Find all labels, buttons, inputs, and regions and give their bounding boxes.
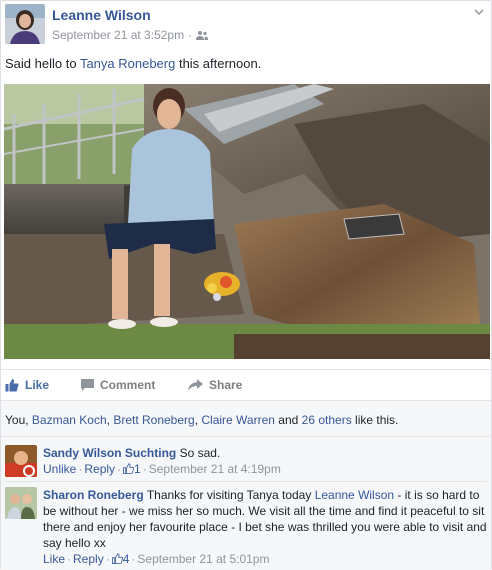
post-text-suffix: this afternoon. [175, 56, 262, 71]
commenter-name[interactable]: Sharon Roneberg [43, 488, 144, 502]
likes-suffix: like this. [351, 413, 399, 427]
comment-footer: Unlike · Reply · 1 · September 21 at 4:19pm [43, 461, 487, 477]
comment-like-link[interactable]: Like [43, 552, 65, 566]
likes-others-link[interactable]: 26 others [302, 413, 352, 427]
separator-dot: · [78, 462, 83, 476]
comment-unlike-link[interactable]: Unlike [43, 462, 76, 476]
share-button[interactable]: Share [188, 378, 242, 392]
author-name[interactable]: Leanne Wilson [52, 7, 151, 23]
likes-and: and [274, 413, 302, 427]
liker-link[interactable]: Claire Warren [201, 413, 275, 427]
likes-summary: You, Bazman Koch, Brett Roneberg, Claire… [1, 401, 491, 437]
comment-text: So sad. [179, 446, 221, 460]
liker-link[interactable]: Bazman Koch [32, 413, 107, 427]
comment-body: Sandy Wilson Suchting So sad. Unlike · Rep… [43, 445, 487, 477]
like-label: Like [25, 378, 50, 392]
separator-dot: · [117, 462, 122, 476]
separator-dot: · [105, 552, 110, 566]
post-photo[interactable] [4, 84, 490, 359]
comment-body: Sharon Roneberg Thanks for visiting Tany… [43, 487, 487, 567]
comment-reply-link[interactable]: Reply [73, 552, 104, 566]
share-label: Share [209, 378, 243, 392]
post-card: Leanne Wilson September 21 at 3:52pm · S… [0, 0, 492, 570]
commenter-name[interactable]: Sandy Wilson Suchting [43, 446, 176, 460]
comments-section: Sandy Wilson Suchting So sad. Unlike · Rep… [1, 437, 491, 570]
post-text: Said hello to Tanya Roneberg this aftern… [5, 56, 261, 71]
comment-time[interactable]: September 21 at 4:19pm [149, 462, 281, 476]
tagged-person-link[interactable]: Tanya Roneberg [80, 56, 175, 71]
separator-dot: · [188, 28, 193, 42]
separator-dot: · [131, 552, 136, 566]
commenter-avatar[interactable] [5, 487, 37, 519]
comment-divider [5, 481, 487, 482]
chevron-down-icon[interactable] [473, 6, 485, 18]
comment-reply-link[interactable]: Reply [84, 462, 115, 476]
post-meta: September 21 at 3:52pm · [52, 28, 209, 42]
thumbs-up-icon [111, 553, 123, 564]
friends-icon[interactable] [196, 30, 209, 40]
mention-link[interactable]: Leanne Wilson [315, 488, 394, 502]
comment-footer: Like · Reply · 4 · September 21 at 5:01pm [43, 551, 487, 567]
post-header: Leanne Wilson September 21 at 3:52pm · [5, 4, 489, 46]
comment-label: Comment [100, 378, 156, 392]
share-icon [188, 379, 203, 391]
comment-time[interactable]: September 21 at 5:01pm [137, 552, 269, 566]
post-timestamp[interactable]: September 21 at 3:52pm [52, 28, 184, 42]
commenter-avatar[interactable] [5, 445, 37, 477]
comment-icon [81, 379, 94, 391]
author-avatar[interactable] [5, 4, 45, 44]
like-button[interactable]: Like [5, 378, 49, 392]
comment-like-count[interactable]: 4 [123, 552, 130, 566]
thumbs-up-icon [5, 379, 19, 392]
comment-button[interactable]: Comment [81, 378, 155, 392]
comment-like-count[interactable]: 1 [134, 462, 141, 476]
post-text-prefix: Said hello to [5, 56, 80, 71]
liker-link[interactable]: Brett Roneberg [113, 413, 194, 427]
separator-dot: · [67, 552, 72, 566]
separator-dot: · [142, 462, 147, 476]
likes-prefix: You, [5, 413, 32, 427]
comment-text: Thanks for visiting Tanya today [146, 488, 315, 502]
thumbs-up-icon [123, 463, 135, 474]
post-actions: Like Comment Share [1, 369, 491, 401]
